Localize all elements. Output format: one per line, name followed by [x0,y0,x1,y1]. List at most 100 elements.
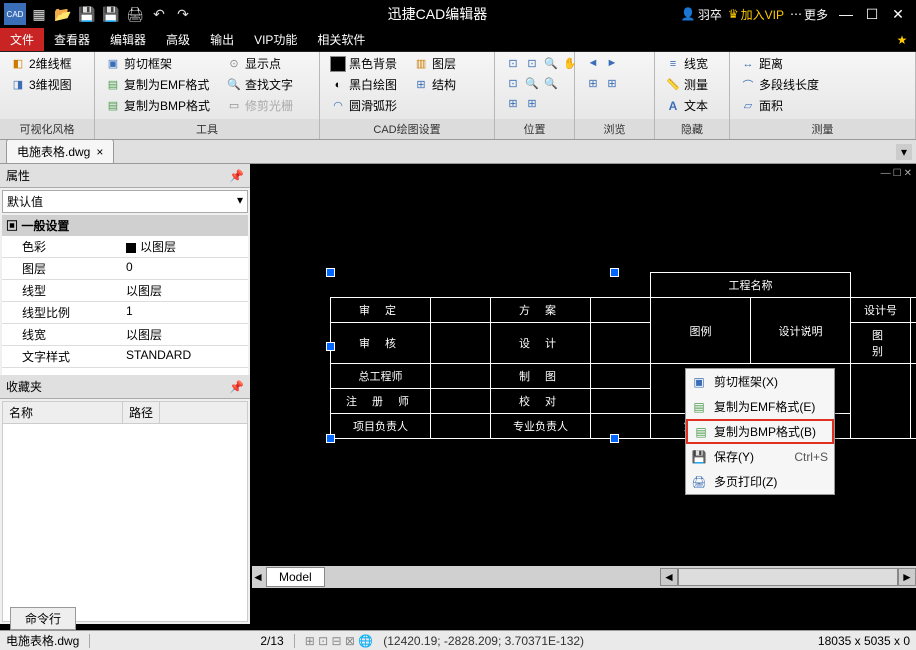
find-icon: 🔍 [226,77,242,93]
star-icon[interactable]: ★ [888,28,916,51]
qat-print-icon[interactable]: 🖨 [124,3,146,25]
btn-clip-frame[interactable]: ▣剪切框架 [101,54,214,73]
more-button[interactable]: ⋯更多 [790,6,828,23]
app-title: 迅捷CAD编辑器 [194,4,681,24]
save-icon: 💾 [690,450,708,464]
cube-icon: ◧ [10,56,26,72]
qat-saveas-icon[interactable]: 💾 [100,3,122,25]
btn-layers[interactable]: ▥图层 [409,54,460,73]
close-button[interactable]: ✕ [886,3,910,25]
tab-output[interactable]: 输出 [200,28,244,51]
ctx-copy-bmp[interactable]: ▤复制为BMP格式(B) [686,419,834,444]
ctx-clip-frame[interactable]: ▣剪切框架(X) [686,369,834,394]
ruler-icon: 📏 [665,77,681,93]
document-tab[interactable]: 电施表格.dwg × [6,139,114,163]
pin-icon[interactable]: 📌 [229,169,244,183]
btn-structure[interactable]: ⊞结构 [409,75,460,94]
status-coords: (12420.19; -2828.209; 3.70371E-132) [383,634,584,648]
ctx-multiprint[interactable]: 🖨多页打印(Z) [686,469,834,494]
props-default-dropdown[interactable]: 默认值▾ [2,190,248,213]
btn-black-bg[interactable]: 黑色背景 [326,54,401,73]
more-icon: ⋯ [790,7,802,21]
tree-icon: ⊞ [413,77,429,93]
user-button[interactable]: 👤羽卒 [681,6,722,23]
bmp-icon: ▤ [105,98,121,114]
minimize-button[interactable]: — [834,3,858,25]
chevron-down-icon: ▾ [237,193,243,210]
bmp-icon: ▤ [692,425,710,439]
qat-open-icon[interactable]: 📂 [52,3,74,25]
favorites-table[interactable]: 名称路径 [2,401,248,622]
btn-nav1[interactable]: ◄► [581,54,624,72]
group-cad-settings: CAD绘图设置 [320,119,494,139]
qat-undo-icon[interactable]: ↶ [148,3,170,25]
close-tab-icon[interactable]: × [96,145,103,159]
area-icon: ▱ [740,98,756,114]
tab-file[interactable]: 文件 [0,28,44,51]
pin-icon[interactable]: 📌 [229,380,244,394]
favorites-header: 收藏夹📌 [0,375,250,399]
btn-bw-draw[interactable]: ◐黑白绘图 [326,75,401,94]
group-browse: 浏览 [575,119,654,139]
btn-3d-view[interactable]: ◨3维视图 [6,75,76,94]
pos-icon: ⊡ [505,55,521,71]
commandline-tab[interactable]: 命令行 [10,607,76,630]
btn-text[interactable]: A文本 [661,96,712,115]
btn-pos1[interactable]: ⊡⊡🔍✋ [501,54,582,72]
bw-icon: ◐ [330,77,346,93]
tab-editor[interactable]: 编辑器 [100,28,156,51]
btn-area[interactable]: ▱面积 [736,96,823,115]
canvas-close-icon[interactable]: ✕ [904,168,912,179]
nav-icon2: ⊞ [585,75,601,91]
btn-polyline-len[interactable]: ⌒多段线长度 [736,75,823,94]
model-left-icon[interactable]: ◄ [252,570,262,584]
point-icon: ⊙ [226,56,242,72]
btn-nav2[interactable]: ⊞⊞ [581,74,624,92]
status-page: 2/13 [260,634,283,648]
btn-linewidth[interactable]: ≡线宽 [661,54,712,73]
qat-new-icon[interactable]: ▦ [28,3,50,25]
properties-grid[interactable]: ▣ 一般设置 色彩以图层 图层0 线型以图层 线型比例1 线宽以图层 文字样式S… [2,215,248,375]
status-dimensions: 18035 x 5035 x 0 [818,634,910,648]
btn-copy-emf[interactable]: ▤复制为EMF格式 [101,75,214,94]
tab-vip[interactable]: VIP功能 [244,28,307,51]
tab-related[interactable]: 相关软件 [307,28,375,51]
layers-icon: ▥ [413,56,429,72]
btn-pos3[interactable]: ⊞⊞ [501,94,582,112]
cube3d-icon: ◨ [10,77,26,93]
btn-pos2[interactable]: ⊡🔍🔍 [501,74,582,92]
tab-advanced[interactable]: 高级 [156,28,200,51]
group-visual-style: 可视化风格 [0,119,94,139]
ctx-save[interactable]: 💾保存(Y)Ctrl+S [686,444,834,469]
qat-redo-icon[interactable]: ↷ [172,3,194,25]
group-hide: 隐藏 [655,119,729,139]
text-icon: A [665,98,681,114]
btn-show-point[interactable]: ⊙显示点 [222,54,297,73]
maximize-button[interactable]: ☐ [860,3,884,25]
vip-button[interactable]: ♛加入VIP [728,6,784,23]
arc-icon: ◠ [330,98,346,114]
tab-dropdown[interactable]: ▾ [896,144,912,160]
canvas-min-icon[interactable]: — [881,168,891,179]
model-tab[interactable]: Model [266,567,325,587]
btn-copy-bmp[interactable]: ▤复制为BMP格式 [101,96,214,115]
btn-distance[interactable]: ↔距离 [736,54,823,73]
btn-find-text[interactable]: 🔍查找文字 [222,75,297,94]
btn-trim-raster[interactable]: ▭修剪光栅 [222,96,297,115]
status-icons[interactable]: ⊞ ⊡ ⊟ ⊠ 🌐 [305,634,374,648]
group-tools: 工具 [95,119,319,139]
clip-icon: ▣ [690,375,708,389]
scroll-right-icon[interactable]: ► [898,568,916,586]
scroll-left-icon[interactable]: ◄ [660,568,678,586]
emf-icon: ▤ [105,77,121,93]
canvas-max-icon[interactable]: ☐ [893,168,902,179]
props-section: ▣ 一般设置 [2,215,248,236]
btn-2d-wireframe[interactable]: ◧2维线框 [6,54,76,73]
user-icon: 👤 [681,7,696,21]
btn-smooth-arc[interactable]: ◠圆滑弧形 [326,96,401,115]
scrollbar[interactable] [678,568,898,586]
tab-viewer[interactable]: 查看器 [44,28,100,51]
ctx-copy-emf[interactable]: ▤复制为EMF格式(E) [686,394,834,419]
qat-save-icon[interactable]: 💾 [76,3,98,25]
btn-measure[interactable]: 📏测量 [661,75,712,94]
